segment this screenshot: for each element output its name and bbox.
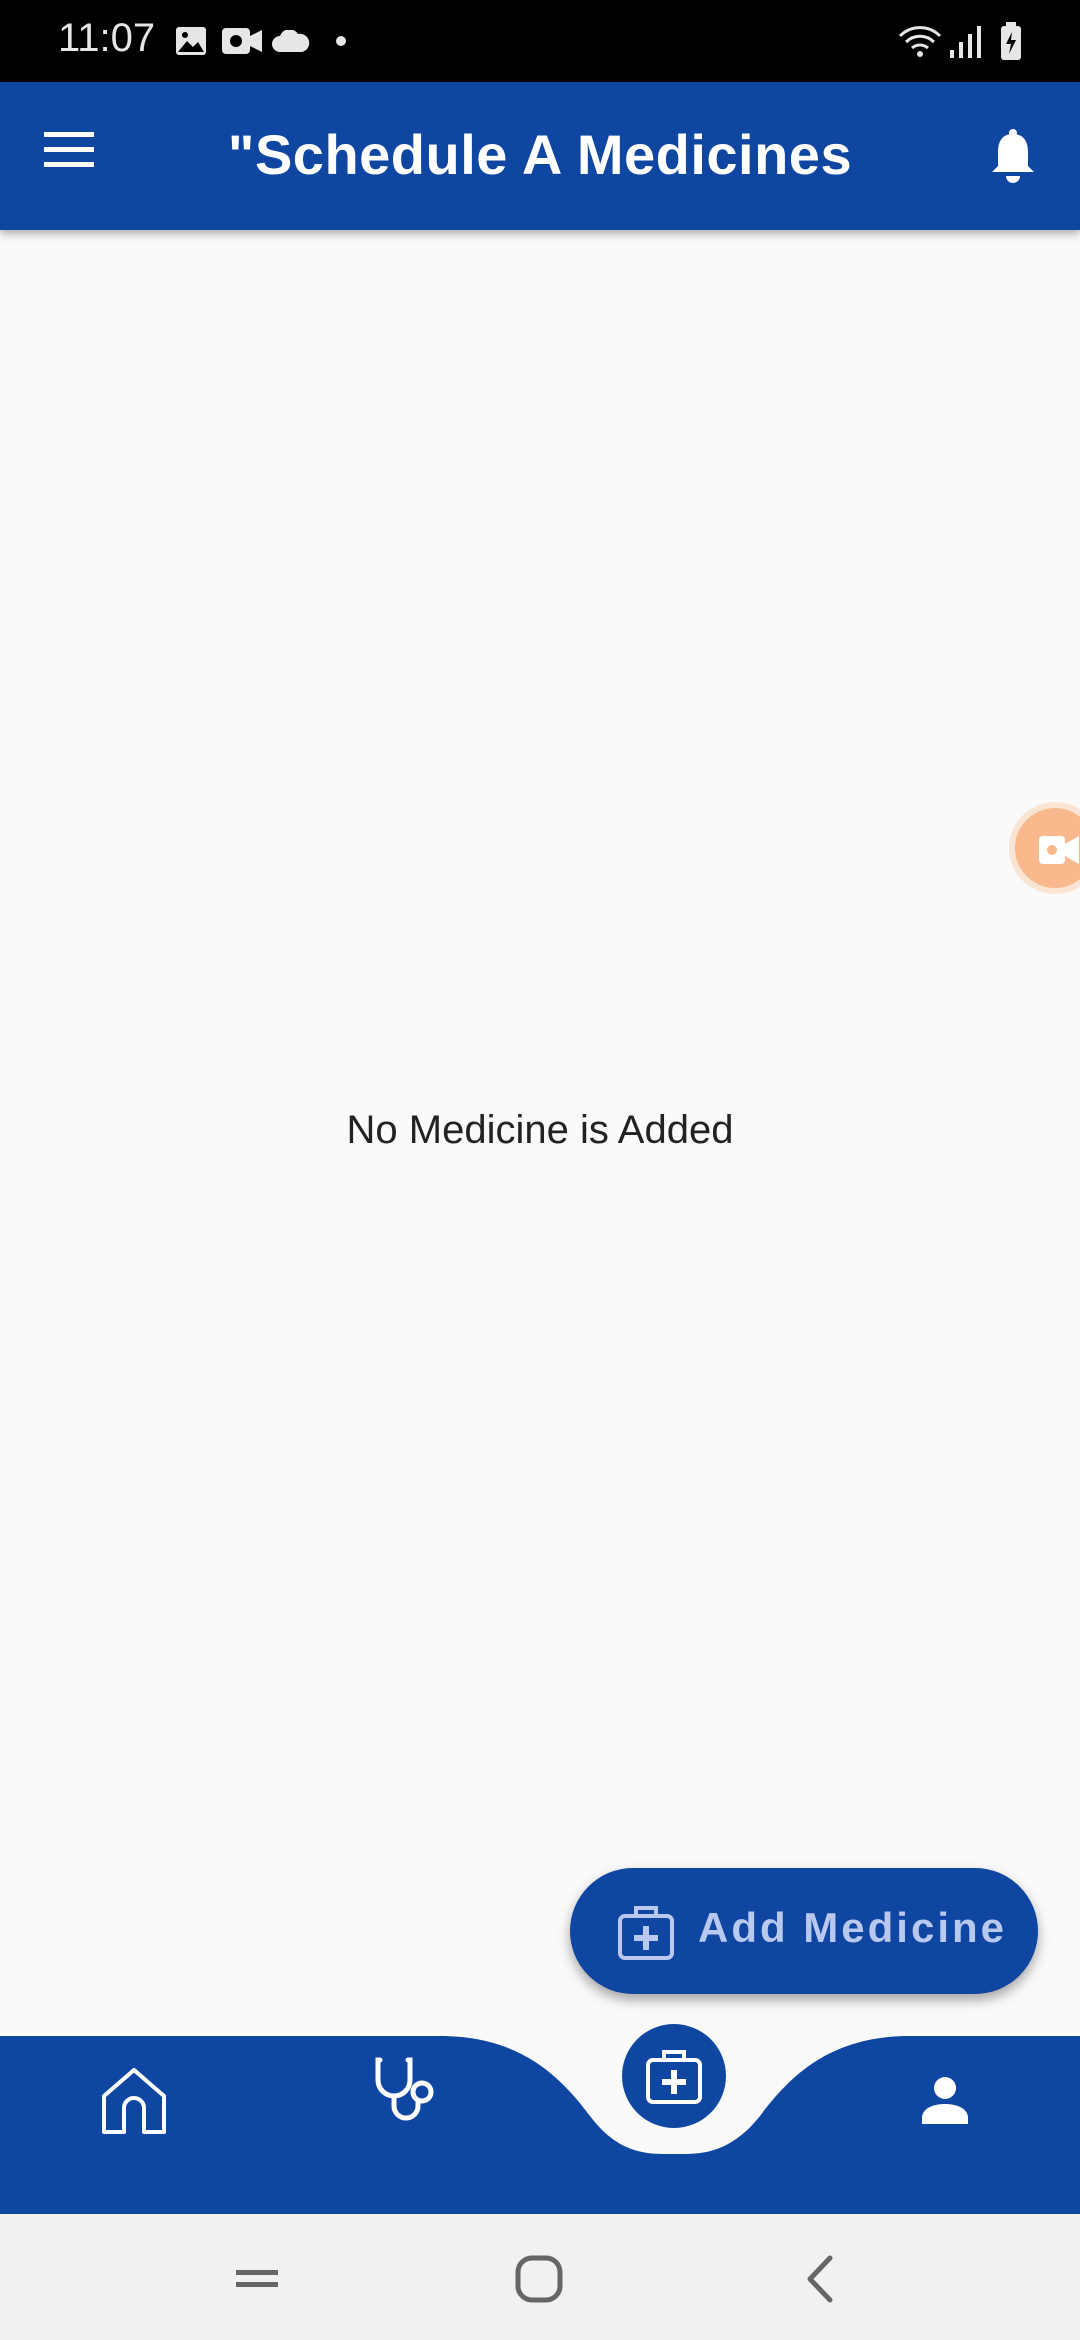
dot-icon xyxy=(336,36,346,46)
add-medicine-button[interactable]: Add Medicine xyxy=(570,1868,1038,1994)
recents-icon xyxy=(236,2270,278,2287)
image-icon xyxy=(176,27,206,55)
home-button[interactable] xyxy=(514,2254,564,2304)
bell-icon xyxy=(992,129,1034,183)
nav-item-medicine[interactable] xyxy=(622,2024,726,2128)
stethoscope-icon xyxy=(375,2057,434,2121)
cloud-icon xyxy=(272,30,310,52)
medical-kit-icon xyxy=(618,1906,674,1960)
system-nav-bar xyxy=(0,2214,1080,2340)
status-bar: 11:07 xyxy=(0,0,1080,82)
app-bar: "Schedule A Medicines xyxy=(0,82,1080,230)
status-time: 11:07 xyxy=(58,16,156,60)
empty-state-message: No Medicine is Added xyxy=(346,1108,734,1152)
signal-icon xyxy=(950,26,981,58)
nav-item-doctor[interactable] xyxy=(372,2056,438,2128)
floating-video-bubble[interactable] xyxy=(1015,808,1080,888)
back-button[interactable] xyxy=(802,2254,836,2304)
nav-item-home[interactable] xyxy=(100,2066,168,2136)
add-medicine-label: Add Medicine xyxy=(698,1904,1008,1951)
nav-item-profile[interactable] xyxy=(922,2076,968,2124)
medical-kit-icon xyxy=(646,2050,702,2104)
video-icon xyxy=(1039,836,1079,864)
notifications-button[interactable] xyxy=(990,128,1042,186)
page-title: "Schedule A Medicines xyxy=(227,123,853,186)
wifi-icon xyxy=(898,26,942,57)
battery-icon xyxy=(1001,22,1021,60)
back-icon xyxy=(807,2255,833,2303)
recents-button[interactable] xyxy=(234,2264,280,2294)
home-icon xyxy=(515,2255,563,2303)
person-icon xyxy=(922,2077,968,2124)
home-icon xyxy=(102,2068,166,2134)
video-icon xyxy=(222,28,262,54)
